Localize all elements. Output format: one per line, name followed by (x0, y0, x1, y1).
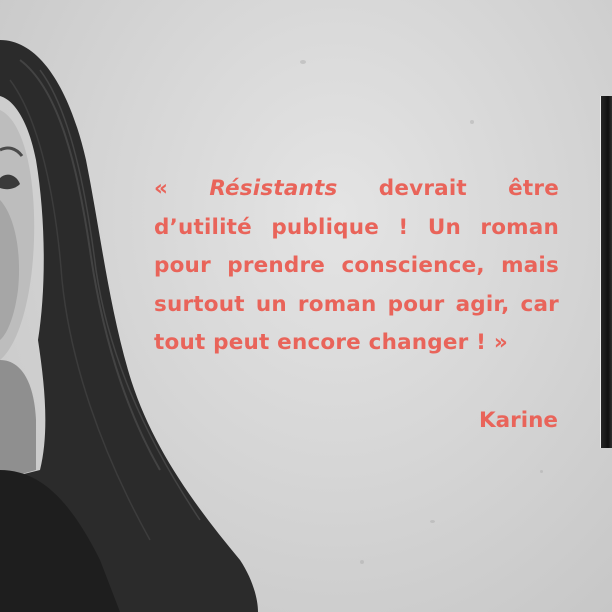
neck-shape (0, 360, 36, 480)
background-speck (470, 120, 474, 124)
background-speck (360, 560, 364, 564)
background-speck (540, 470, 543, 473)
quote-body: devrait être d’utilité publique ! Un rom… (154, 176, 559, 356)
book-cover-edge (600, 96, 612, 448)
quote-open-mark: « (154, 176, 210, 201)
quote-author: Karine (478, 408, 558, 433)
background-speck (300, 60, 306, 64)
book-title: Résistants (209, 176, 338, 201)
review-quote: « Résistants devrait être d’utilité publ… (154, 170, 559, 363)
background-speck (430, 520, 435, 523)
